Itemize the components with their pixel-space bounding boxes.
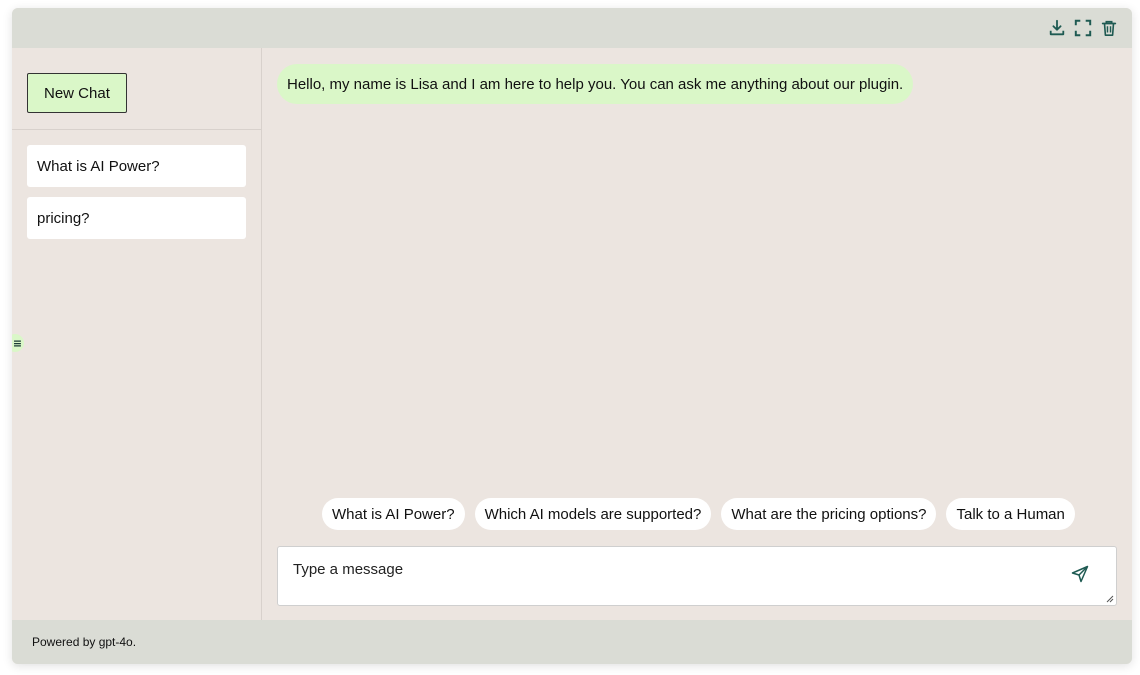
resize-handle[interactable] [1106, 595, 1114, 603]
conversation-sidebar: New Chat What is AI Power? pricing? [12, 48, 262, 620]
trash-icon [1101, 20, 1117, 37]
menu-icon: ≡ [12, 336, 23, 350]
send-button[interactable] [1070, 564, 1090, 584]
footer: Powered by gpt-4o. [12, 620, 1132, 664]
suggestion-chip[interactable]: What are the pricing options? [721, 498, 937, 530]
send-icon [1071, 565, 1089, 583]
clear-chat-button[interactable] [1100, 18, 1118, 38]
conversation-list: What is AI Power? pricing? [27, 145, 246, 249]
new-chat-button[interactable]: New Chat [27, 73, 127, 113]
conversation-item[interactable]: What is AI Power? [27, 145, 246, 187]
download-icon [1049, 19, 1065, 36]
conversation-item[interactable]: pricing? [27, 197, 246, 239]
suggestion-chip[interactable]: Which AI models are supported? [474, 498, 712, 530]
suggestion-chip[interactable]: What is AI Power? [322, 498, 465, 530]
chat-window: New Chat What is AI Power? pricing? ≡ He… [12, 8, 1132, 664]
download-button[interactable] [1048, 18, 1066, 38]
toolbar-actions [1048, 18, 1118, 38]
chat-main: Hello, my name is Lisa and I am here to … [262, 48, 1132, 620]
suggested-questions: What is AI Power? Which AI models are su… [322, 498, 1075, 530]
message-composer [277, 546, 1117, 606]
fullscreen-icon [1074, 19, 1092, 37]
sidebar-header: New Chat [12, 48, 261, 130]
footer-credit: Powered by gpt-4o. [32, 635, 137, 649]
message-input[interactable] [278, 547, 1038, 603]
fullscreen-button[interactable] [1074, 18, 1092, 38]
bot-message: Hello, my name is Lisa and I am here to … [277, 64, 914, 104]
top-toolbar [12, 8, 1132, 48]
suggestion-chip[interactable]: Talk to a Human [946, 498, 1075, 530]
